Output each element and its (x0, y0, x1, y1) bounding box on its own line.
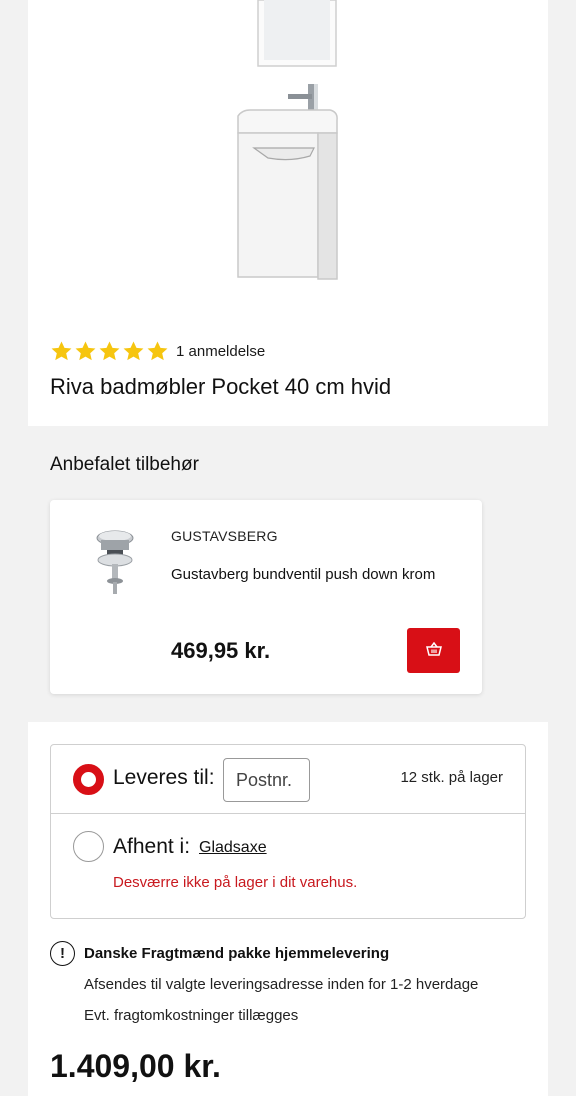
basket-icon (425, 641, 442, 659)
accessory-image[interactable] (90, 528, 140, 598)
postnr-input[interactable] (223, 758, 310, 802)
product-page: 1 anmeldelse Riva badmøbler Pocket 40 cm… (28, 0, 548, 1096)
star-icon (75, 341, 96, 361)
info-icon: ! (50, 941, 75, 966)
shipping-info-line: Afsendes til valgte leveringsadresse ind… (84, 976, 479, 993)
delivery-option-pickup[interactable]: Afhent i: Gladsaxe Desværre ikke på lage… (51, 814, 525, 919)
star-icon (51, 341, 72, 361)
deliver-radio[interactable] (73, 764, 104, 795)
pickup-stock-warning: Desværre ikke på lager i dit varehus. (113, 874, 358, 891)
deliver-label: Leveres til: (113, 766, 215, 789)
delivery-options: Leveres til: 12 stk. på lager Afhent i: … (50, 744, 526, 919)
rating[interactable]: 1 anmeldelse (50, 340, 265, 363)
star-icon (147, 341, 168, 361)
pickup-radio[interactable] (73, 831, 104, 862)
star-icon (123, 341, 144, 361)
stock-status: 12 stk. på lager (400, 769, 503, 786)
product-image[interactable] (28, 0, 548, 320)
add-to-basket-button[interactable] (407, 628, 460, 673)
product-title: Riva badmøbler Pocket 40 cm hvid (50, 374, 392, 399)
delivery-option-home[interactable]: Leveres til: 12 stk. på lager (51, 745, 525, 814)
accessory-brand: GUSTAVSBERG (171, 528, 278, 544)
review-count[interactable]: 1 anmeldelse (176, 343, 265, 360)
accessories-heading: Anbefalet tilbehør (50, 454, 199, 475)
accessory-price: 469,95 kr. (171, 638, 271, 663)
pickup-label: Afhent i: (113, 835, 191, 858)
accessory-name[interactable]: Gustavberg bundventil push down krom (171, 566, 435, 583)
product-price: 1.409,00 kr. (50, 1048, 221, 1084)
accessory-card[interactable]: GUSTAVSBERG Gustavberg bundventil push d… (50, 500, 482, 694)
store-link[interactable]: Gladsaxe (199, 839, 267, 857)
star-icon (99, 341, 120, 361)
rating-stars (50, 340, 169, 363)
shipping-title: Danske Fragtmænd pakke hjemmelevering (84, 945, 390, 962)
recommended-accessories: Anbefalet tilbehør GUSTAVSBERG Gustavber… (28, 426, 548, 722)
shipping-info-line: Evt. fragtomkostninger tillægges (84, 1007, 299, 1024)
